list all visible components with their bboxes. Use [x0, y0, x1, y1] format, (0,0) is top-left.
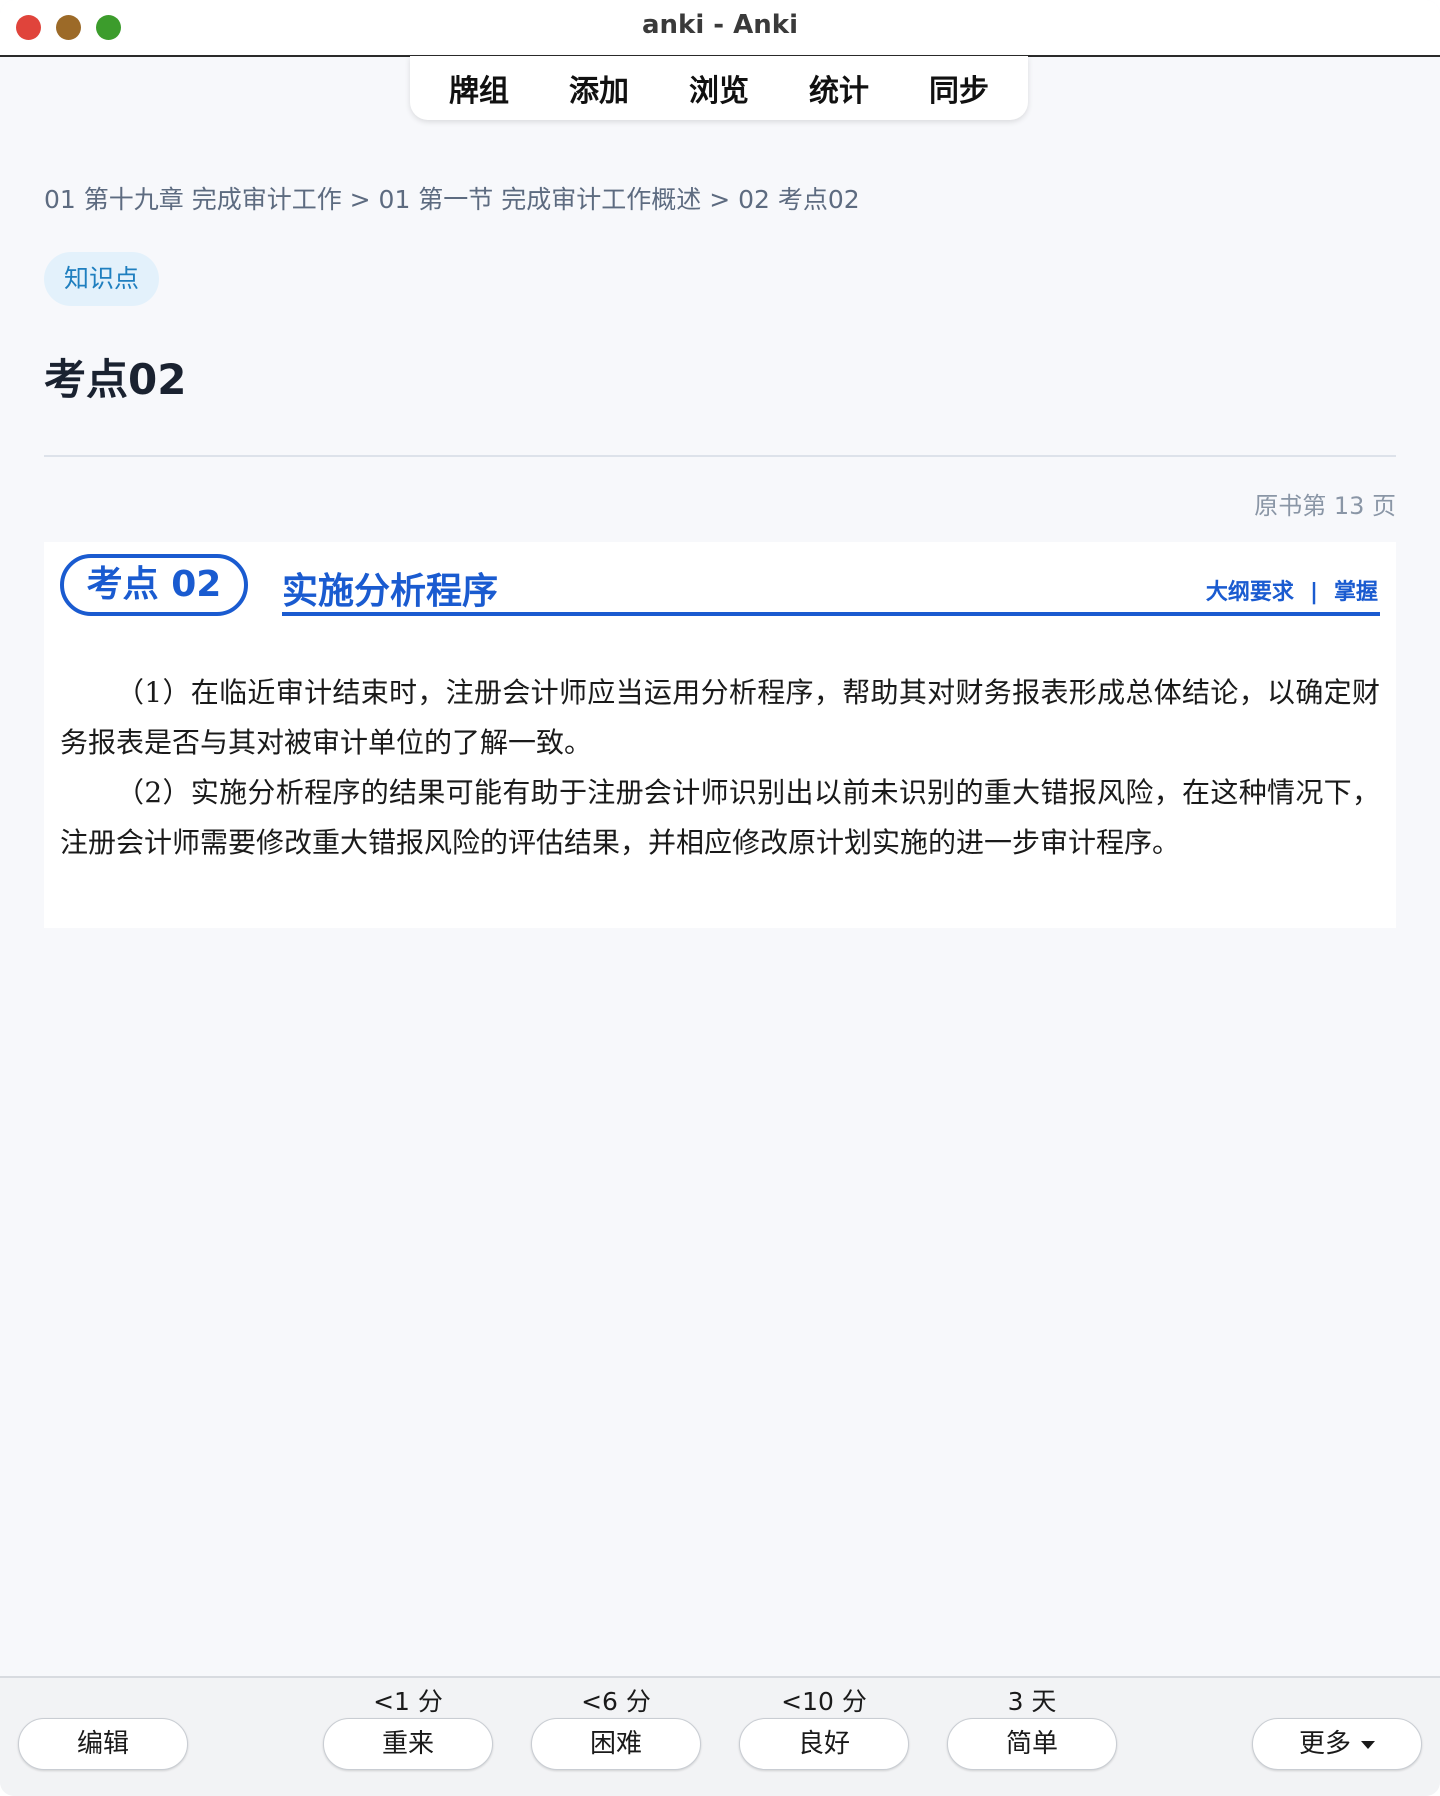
nav-browse[interactable]: 浏览 [689, 66, 749, 110]
paragraph-2: （2）实施分析程序的结果可能有助于注册会计师识别出以前未识别的重大错报风险，在这… [60, 776, 1380, 859]
again-interval: <1 分 [373, 1687, 443, 1716]
divider [44, 455, 1396, 457]
requirement-separator: | [1309, 580, 1318, 605]
top-toolbar: 牌组 添加 浏览 统计 同步 [410, 56, 1028, 120]
section-title: 实施分析程序 [282, 570, 499, 612]
more-label: 更多 [1298, 1729, 1351, 1759]
hard-interval: <6 分 [581, 1687, 651, 1716]
card-heading: 考点02 [44, 355, 187, 404]
edit-button[interactable]: 编辑 [18, 1718, 188, 1770]
nav-stats[interactable]: 统计 [809, 66, 869, 110]
answer-bar: 编辑 <1 分 重来 <6 分 困难 <10 分 良好 3 天 简单 更多 [0, 1676, 1440, 1796]
good-interval: <10 分 [781, 1687, 867, 1716]
nav-sync[interactable]: 同步 [929, 66, 989, 110]
requirement-label: 大纲要求 [1205, 580, 1294, 605]
nav-decks[interactable]: 牌组 [449, 66, 509, 110]
hard-button[interactable]: 困难 [531, 1718, 701, 1770]
page-reference: 原书第 13 页 [1254, 492, 1396, 520]
dropdown-caret-icon [1361, 1740, 1375, 1749]
book-excerpt-image: 考点 02 实施分析程序 大纲要求 | 掌握 （1）在临近审计结束时，注册会计师应当… [44, 542, 1396, 928]
title-underline [282, 612, 1380, 616]
again-button[interactable]: 重来 [323, 1718, 493, 1770]
anki-window: anki - Anki 牌组 添加 浏览 统计 同步 01 第十九章 完成审计工… [0, 0, 1440, 1796]
syllabus-requirement: 大纲要求 | 掌握 [1206, 574, 1378, 606]
excerpt-body: （1）在临近审计结束时，注册会计师应当运用分析程序，帮助其对财务报表形成总体结论… [60, 668, 1380, 868]
window-title: anki - Anki [642, 10, 798, 40]
card-type-tag: 知识点 [44, 252, 160, 306]
paragraph-1: （1）在临近审计结束时，注册会计师应当运用分析程序，帮助其对财务报表形成总体结论… [60, 676, 1380, 759]
nav-add[interactable]: 添加 [569, 66, 629, 110]
requirement-value: 掌握 [1333, 580, 1378, 605]
topic-badge: 考点 02 [60, 554, 248, 616]
good-button[interactable]: 良好 [739, 1718, 909, 1770]
breadcrumb: 01 第十九章 完成审计工作 > 01 第一节 完成审计工作概述 > 02 考点… [44, 185, 860, 214]
title-bar: anki - Anki [0, 0, 1440, 57]
easy-interval: 3 天 [1007, 1687, 1057, 1716]
more-button[interactable]: 更多 [1252, 1718, 1422, 1770]
easy-button[interactable]: 简单 [947, 1718, 1117, 1770]
